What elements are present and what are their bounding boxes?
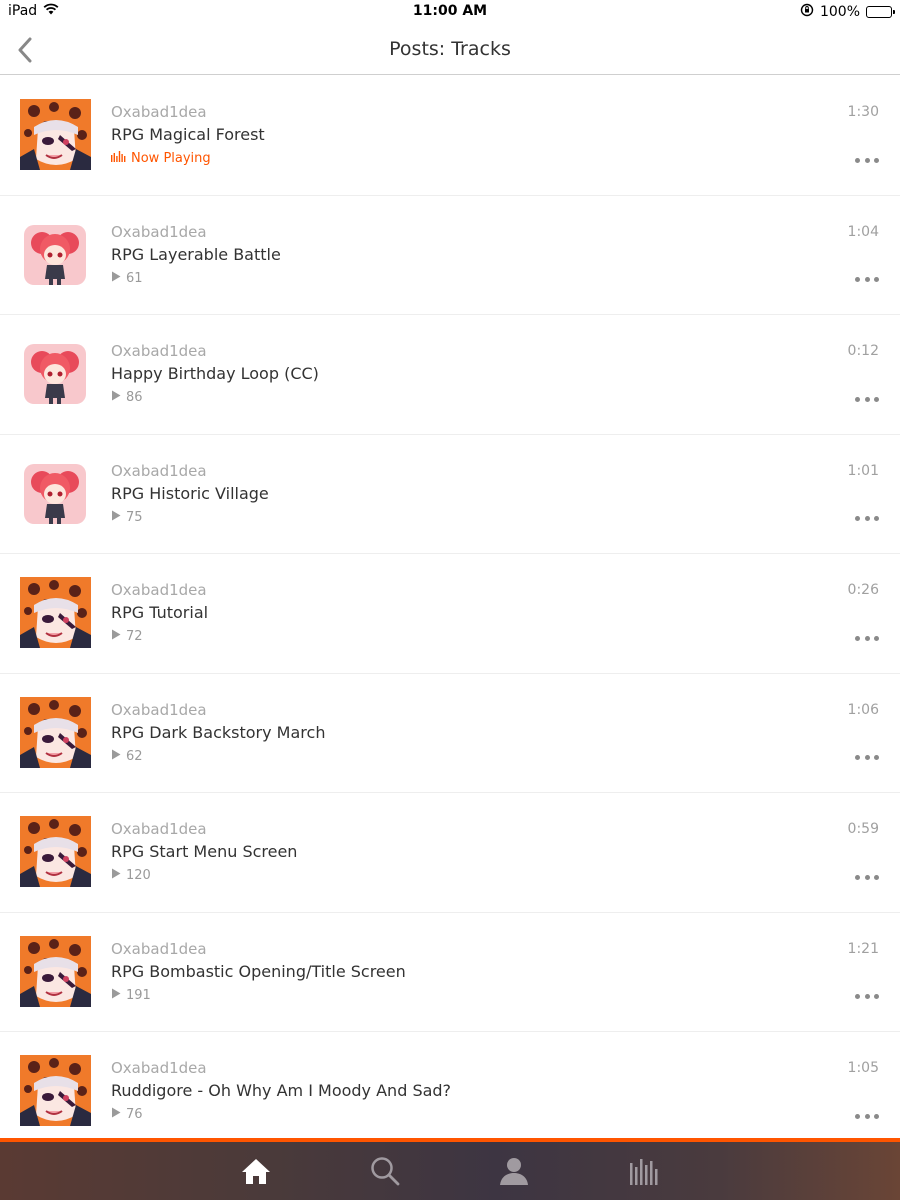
play-count: 76 — [111, 1107, 143, 1122]
tab-search[interactable] — [365, 1154, 405, 1188]
tab-home[interactable] — [236, 1154, 276, 1188]
track-title[interactable]: RPG Magical Forest — [111, 125, 265, 144]
track-row[interactable]: Oxabad1dea RPG Layerable Battle 61 1:04 — [0, 196, 900, 315]
play-count: 120 — [111, 868, 151, 883]
play-count-value: 86 — [126, 390, 143, 405]
track-duration: 1:01 — [847, 462, 879, 479]
waveform-icon — [111, 151, 126, 166]
library-icon — [630, 1159, 658, 1185]
track-title[interactable]: RPG Historic Village — [111, 484, 269, 503]
track-title[interactable]: RPG Bombastic Opening/Title Screen — [111, 962, 406, 981]
status-bar: iPad 11:00 AM 100% — [0, 0, 900, 24]
track-artwork[interactable] — [20, 577, 91, 648]
battery-percent: 100% — [819, 4, 860, 20]
play-icon — [111, 749, 121, 764]
track-artwork[interactable] — [20, 696, 91, 768]
track-row[interactable]: Oxabad1dea RPG Magical Forest Now Playing 1… — [0, 76, 900, 196]
track-artist[interactable]: Oxabad1dea — [111, 701, 207, 719]
more-options-button[interactable] — [855, 274, 879, 286]
play-icon — [111, 271, 121, 286]
play-count: 72 — [111, 629, 143, 644]
play-count: 61 — [111, 271, 143, 286]
track-title[interactable]: RPG Tutorial — [111, 603, 208, 622]
play-count: 75 — [111, 510, 143, 525]
track-row[interactable]: Oxabad1dea RPG Tutorial 72 0:26 — [0, 554, 900, 674]
play-count-value: 61 — [126, 270, 143, 286]
play-count-value: 120 — [126, 868, 151, 883]
track-artist[interactable]: Oxabad1dea — [111, 581, 207, 599]
track-artwork[interactable] — [20, 218, 91, 290]
track-artist[interactable]: Oxabad1dea — [111, 223, 207, 241]
track-duration: 1:04 — [847, 223, 879, 240]
track-artist[interactable]: Oxabad1dea — [111, 820, 207, 838]
rotation-lock-icon — [800, 3, 814, 21]
track-artist[interactable]: Oxabad1dea — [111, 342, 207, 360]
play-icon — [111, 390, 121, 405]
track-duration: 0:12 — [847, 343, 879, 359]
track-row[interactable]: Oxabad1dea RPG Start Menu Screen 120 0:59 — [0, 793, 900, 913]
navigation-bar: Posts: Tracks — [0, 24, 900, 75]
track-title[interactable]: RPG Start Menu Screen — [111, 842, 297, 861]
play-count-value: 62 — [126, 748, 143, 764]
home-icon — [242, 1159, 270, 1184]
track-artwork[interactable] — [20, 816, 91, 887]
status-right: 100% — [800, 3, 895, 21]
track-row[interactable]: Oxabad1dea RPG Bombastic Opening/Title Sc… — [0, 913, 900, 1032]
now-playing-label: Now Playing — [131, 151, 211, 166]
page-title: Posts: Tracks — [389, 38, 511, 60]
track-duration: 0:26 — [847, 582, 879, 598]
play-count-value: 76 — [126, 1107, 143, 1122]
more-options-button[interactable] — [855, 752, 879, 764]
track-artwork[interactable] — [20, 338, 91, 409]
tab-profile[interactable] — [494, 1154, 534, 1188]
track-duration: 1:21 — [847, 940, 879, 957]
track-duration: 0:59 — [847, 821, 879, 837]
play-count-value: 75 — [126, 509, 143, 525]
track-list: Oxabad1dea RPG Magical Forest Now Playing 1… — [0, 76, 900, 1138]
now-playing-indicator: Now Playing — [111, 151, 211, 166]
track-title[interactable]: Happy Birthday Loop (CC) — [111, 364, 319, 383]
tab-bar — [0, 1142, 900, 1200]
play-count: 62 — [111, 749, 143, 764]
track-duration: 1:06 — [847, 701, 879, 718]
track-title[interactable]: RPG Dark Backstory March — [111, 723, 325, 742]
play-icon — [111, 988, 121, 1003]
track-artwork[interactable] — [20, 99, 91, 170]
track-duration: 1:05 — [847, 1060, 879, 1076]
track-duration: 1:30 — [847, 104, 879, 120]
play-icon — [111, 1107, 121, 1122]
status-time: 11:00 AM — [412, 3, 488, 19]
play-icon — [111, 510, 121, 525]
track-artist[interactable]: Oxabad1dea — [111, 940, 207, 958]
profile-icon — [500, 1158, 528, 1185]
track-artist[interactable]: Oxabad1dea — [111, 1059, 207, 1077]
track-row[interactable]: Oxabad1dea RPG Historic Village 75 1:01 — [0, 435, 900, 554]
track-row[interactable]: Oxabad1dea RPG Dark Backstory March 62 1:06 — [0, 674, 900, 793]
play-icon — [111, 629, 121, 644]
track-artist[interactable]: Oxabad1dea — [111, 462, 207, 480]
more-options-button[interactable] — [855, 871, 879, 883]
more-options-button[interactable] — [855, 1110, 879, 1122]
track-artwork[interactable] — [20, 1055, 91, 1126]
track-artwork[interactable] — [20, 457, 91, 529]
more-options-button[interactable] — [855, 991, 879, 1003]
search-icon — [371, 1157, 400, 1186]
track-title[interactable]: Ruddigore - Oh Why Am I Moody And Sad? — [111, 1081, 451, 1100]
play-count: 191 — [111, 988, 151, 1003]
tab-library[interactable] — [623, 1154, 663, 1188]
battery-icon — [866, 6, 895, 18]
track-title[interactable]: RPG Layerable Battle — [111, 245, 281, 264]
play-count-value: 72 — [126, 629, 143, 644]
track-artist[interactable]: Oxabad1dea — [111, 103, 207, 121]
play-icon — [111, 868, 121, 883]
play-count: 86 — [111, 390, 143, 405]
more-options-button[interactable] — [855, 632, 879, 644]
track-artwork[interactable] — [20, 935, 91, 1007]
track-row[interactable]: Oxabad1dea Happy Birthday Loop (CC) 86 0:12 — [0, 315, 900, 435]
track-row[interactable]: Oxabad1dea Ruddigore - Oh Why Am I Moody … — [0, 1032, 900, 1138]
more-options-button[interactable] — [855, 513, 879, 525]
play-count-value: 191 — [126, 987, 151, 1003]
more-options-button[interactable] — [855, 393, 879, 405]
more-options-button[interactable] — [855, 154, 879, 166]
